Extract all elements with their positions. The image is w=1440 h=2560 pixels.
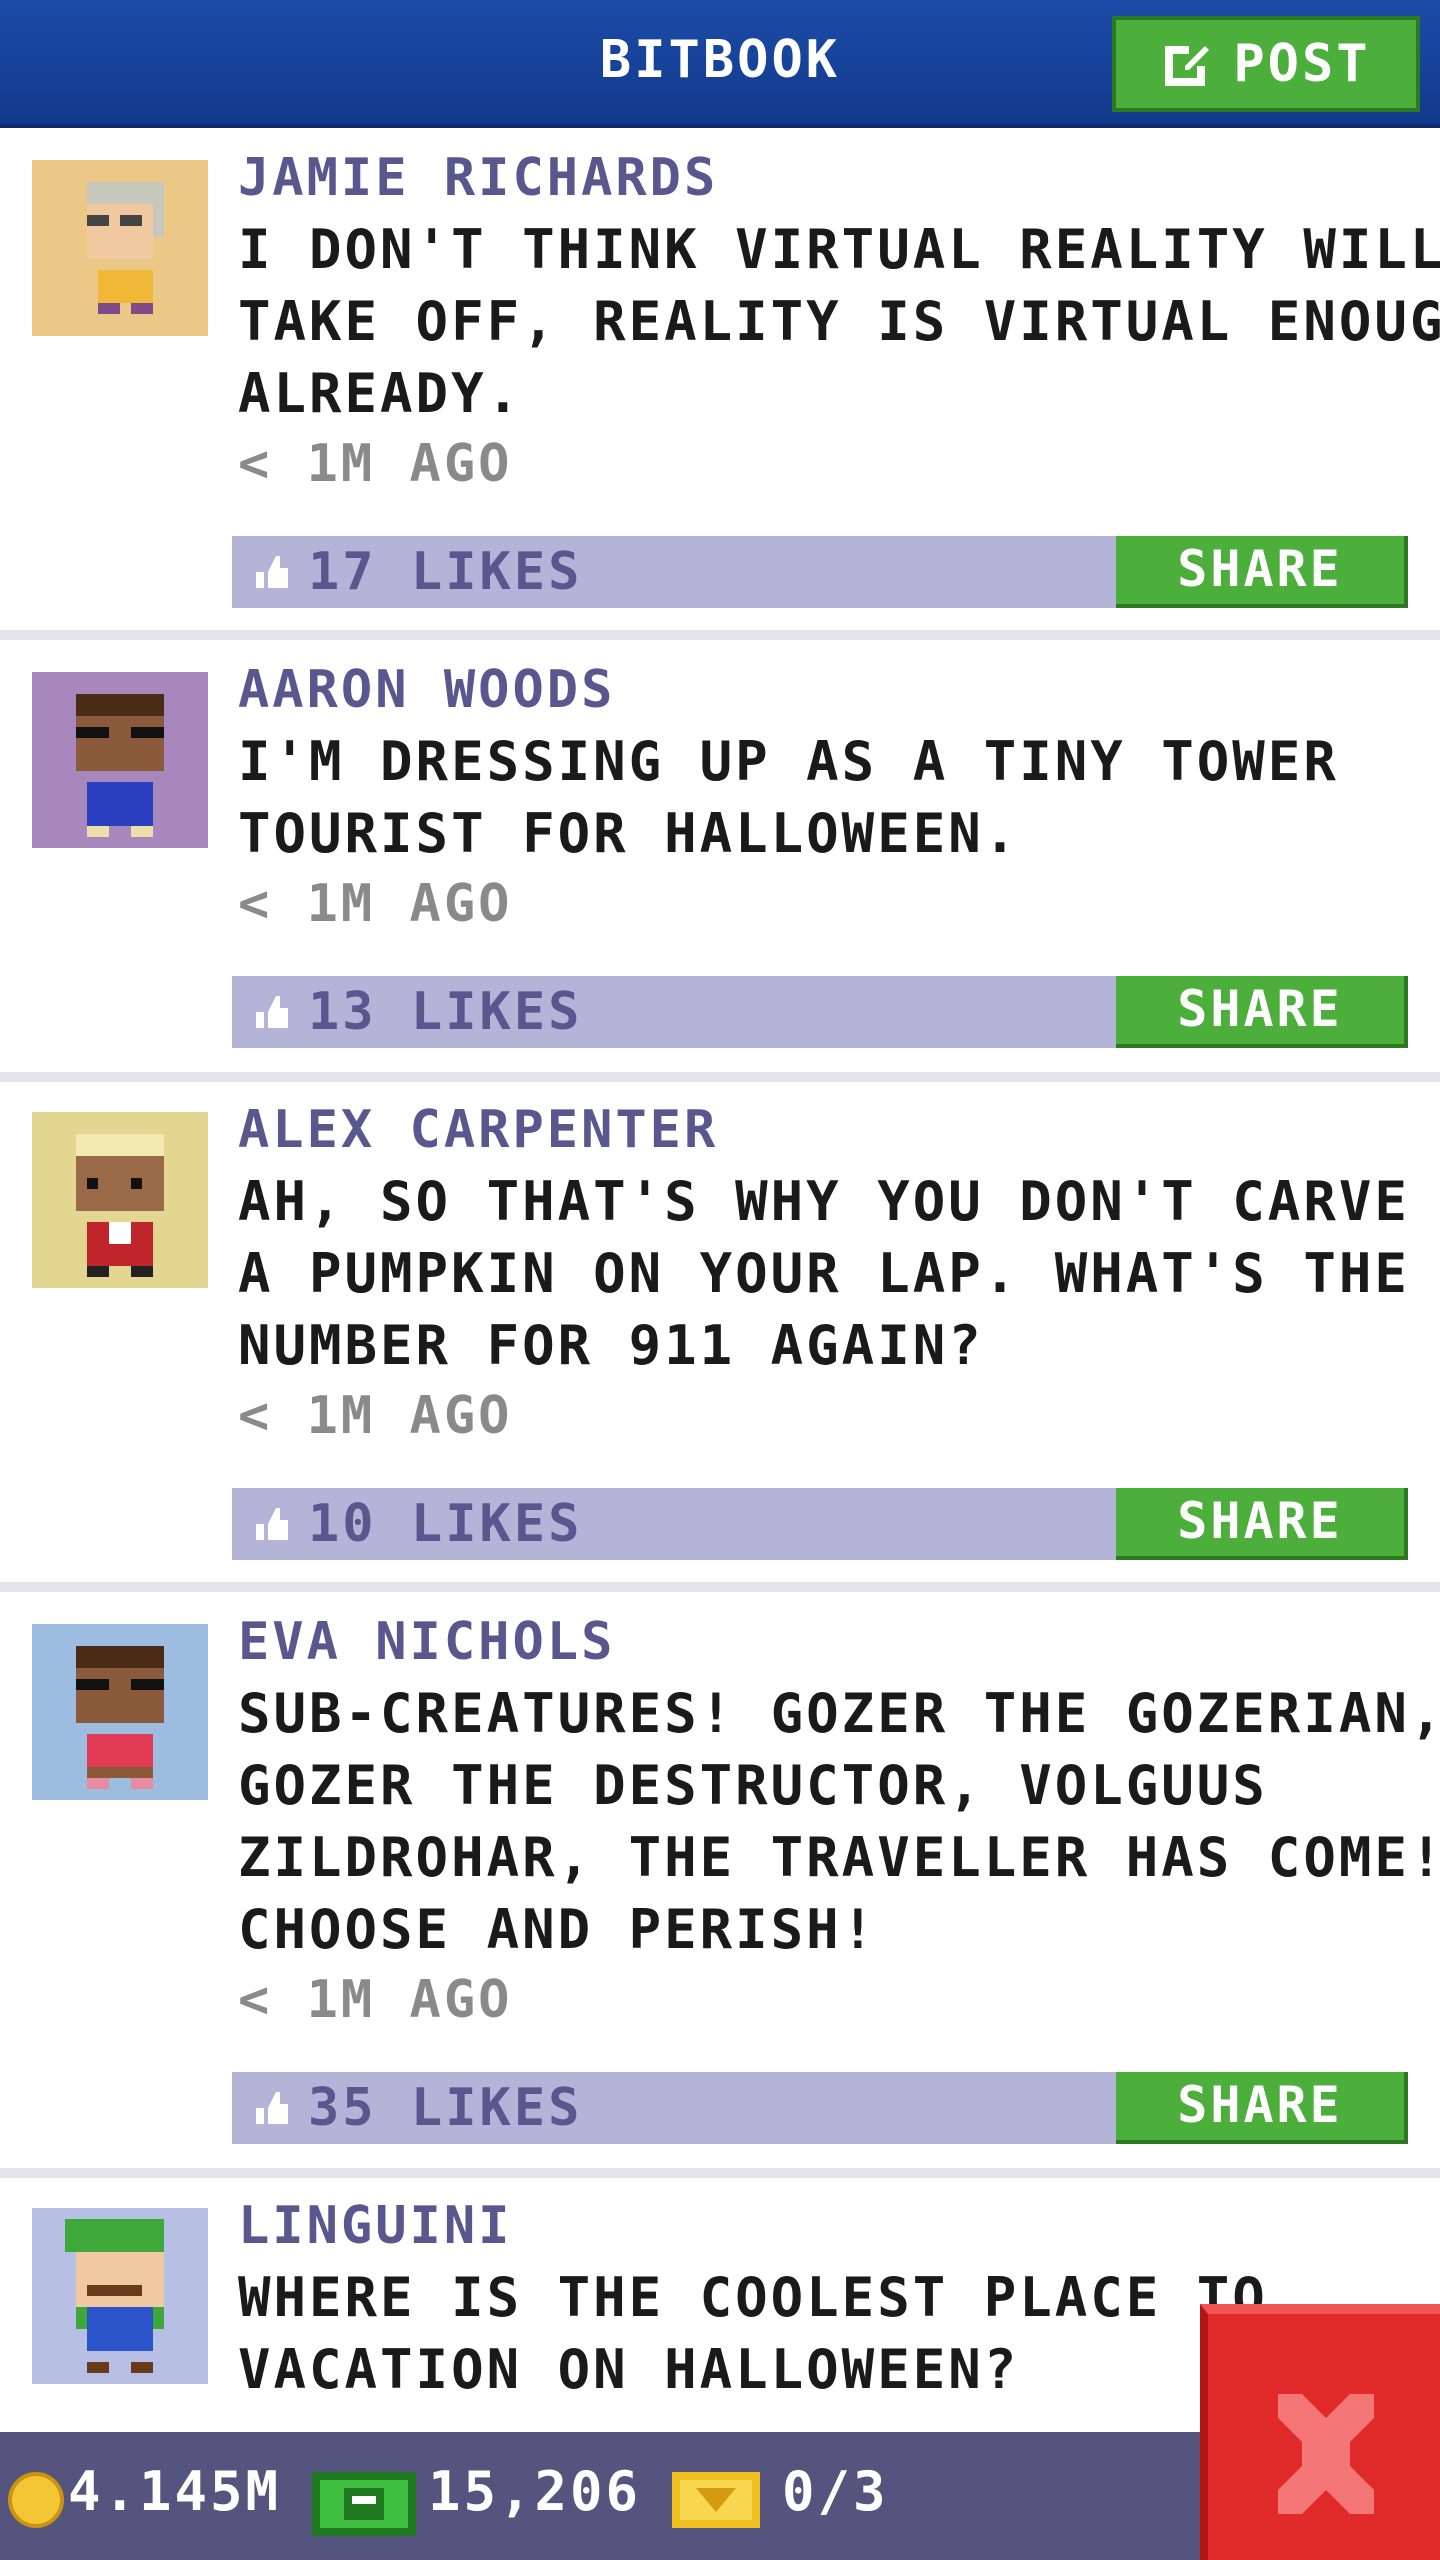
post-divider	[0, 630, 1440, 640]
like-count: 35 LIKES	[308, 2078, 583, 2138]
avatar[interactable]	[32, 1112, 208, 1288]
author-name[interactable]: EVA NICHOLS	[238, 1612, 615, 1672]
bux-balance: 15,206	[428, 2460, 642, 2523]
avatar-eva-icon	[32, 1624, 208, 1800]
author-name[interactable]: JAMIE RICHARDS	[238, 148, 718, 208]
post-timestamp: < 1M AGO	[238, 874, 513, 934]
like-count: 10 LIKES	[308, 1494, 583, 1554]
like-bar[interactable]: 35 LIKES SHARE	[232, 2072, 1408, 2144]
post-divider	[0, 2168, 1440, 2178]
coin-balance: 4.145M	[68, 2460, 282, 2523]
post-timestamp: < 1M AGO	[238, 1386, 513, 1446]
like-bar[interactable]: 10 LIKES SHARE	[232, 1488, 1408, 1560]
post-text-line: VACATION ON HALLOWEEN?	[238, 2338, 1020, 2401]
top-bar: BITBOOK POST	[0, 0, 1440, 128]
avatar-aaron-icon	[32, 672, 208, 848]
post-text-line: ALREADY.	[238, 362, 523, 425]
post-divider	[0, 1072, 1440, 1082]
edit-icon	[1165, 46, 1210, 86]
post-divider	[0, 1582, 1440, 1592]
post-text-line: I'M DRESSING UP AS A TINY TOWER	[238, 730, 1339, 793]
ticket-icon	[672, 2472, 760, 2528]
post-text-line: NUMBER FOR 911 AGAIN?	[238, 1314, 984, 1377]
post-text-line: WHERE IS THE COOLEST PLACE TO	[238, 2266, 1268, 2329]
post-text-line: A PUMPKIN ON YOUR LAP. WHAT'S THE	[238, 1242, 1410, 1305]
thumbs-up-icon	[256, 556, 288, 588]
post-text-line: I DON'T THINK VIRTUAL REALITY WILL	[238, 218, 1440, 281]
share-button[interactable]: SHARE	[1116, 536, 1408, 608]
post-button-label: POST	[1233, 34, 1371, 94]
like-bar[interactable]: 13 LIKES SHARE	[232, 976, 1408, 1048]
post-timestamp: < 1M AGO	[238, 434, 513, 494]
avatar-linguini-icon	[32, 2208, 208, 2384]
post-text-line: GOZER THE DESTRUCTOR, VOLGUUS	[238, 1754, 1268, 1817]
post-text-line: TAKE OFF, REALITY IS VIRTUAL ENOUGH	[238, 290, 1440, 353]
author-name[interactable]: AARON WOODS	[238, 660, 615, 720]
bitbook-feed[interactable]: JAMIE RICHARDS I DON'T THINK VIRTUAL REA…	[0, 132, 1440, 2432]
post-text-line: AH, SO THAT'S WHY YOU DON'T CARVE	[238, 1170, 1410, 1233]
avatar-alex-icon	[32, 1112, 208, 1288]
post-text-line: ZILDROHAR, THE TRAVELLER HAS COME!	[238, 1826, 1440, 1889]
share-button[interactable]: SHARE	[1116, 976, 1408, 1048]
thumbs-up-icon	[256, 1508, 288, 1540]
post-text-line: SUB-CREATURES! GOZER THE GOZERIAN,	[238, 1682, 1440, 1745]
post-timestamp: < 1M AGO	[238, 1970, 513, 2030]
thumbs-up-icon	[256, 996, 288, 1028]
avatar[interactable]	[32, 2208, 208, 2384]
like-count: 17 LIKES	[308, 542, 583, 602]
like-count: 13 LIKES	[308, 982, 583, 1042]
avatar[interactable]	[32, 160, 208, 336]
bux-icon	[312, 2472, 416, 2536]
coin-icon	[8, 2472, 64, 2528]
post-button[interactable]: POST	[1112, 16, 1420, 112]
post-text-line: CHOOSE AND PERISH!	[238, 1898, 878, 1961]
avatar[interactable]	[32, 1624, 208, 1800]
share-button[interactable]: SHARE	[1116, 1488, 1408, 1560]
post-text-line: TOURIST FOR HALLOWEEN.	[238, 802, 1020, 865]
close-button[interactable]	[1200, 2304, 1440, 2560]
close-icon	[1278, 2394, 1374, 2514]
avatar[interactable]	[32, 672, 208, 848]
author-name[interactable]: LINGUINI	[238, 2196, 512, 2256]
ticket-count: 0/3	[782, 2460, 889, 2523]
thumbs-up-icon	[256, 2092, 288, 2124]
author-name[interactable]: ALEX CARPENTER	[238, 1100, 718, 1160]
like-bar[interactable]: 17 LIKES SHARE	[232, 536, 1408, 608]
avatar-jamie-icon	[32, 160, 208, 336]
share-button[interactable]: SHARE	[1116, 2072, 1408, 2144]
